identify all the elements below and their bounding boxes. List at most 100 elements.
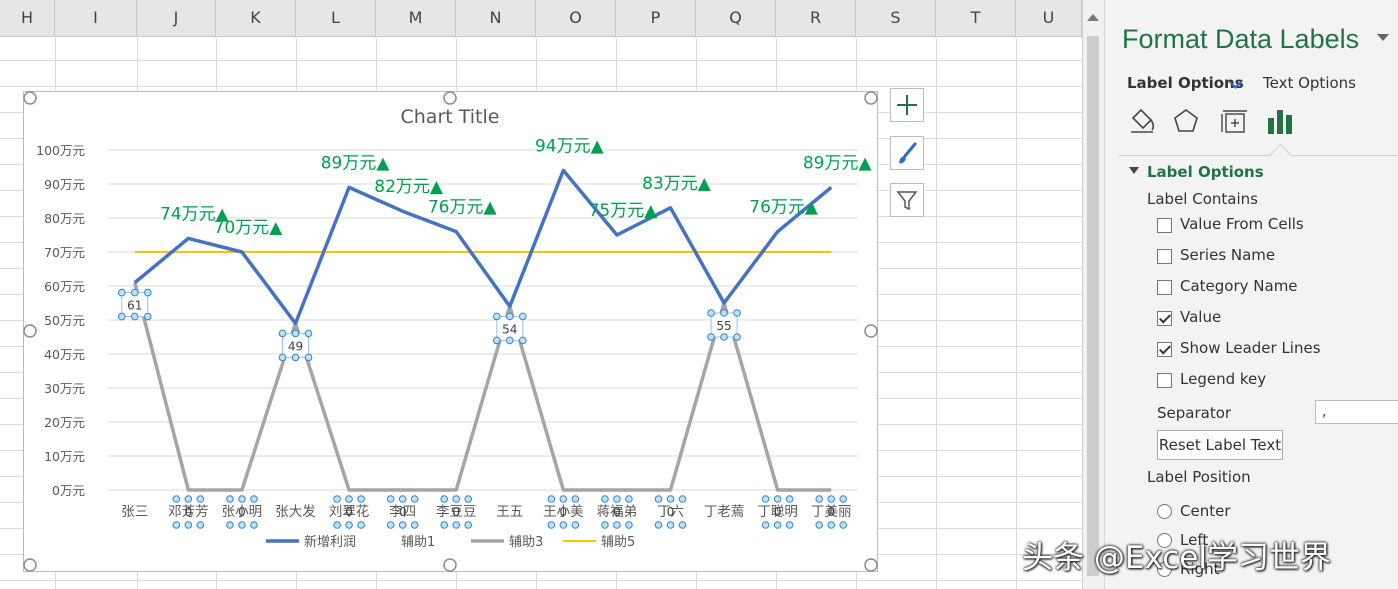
column-header-o[interactable]: O [536, 0, 616, 36]
chart-resize-handle[interactable] [864, 91, 878, 105]
selection-handle[interactable] [827, 521, 836, 529]
selection-handle[interactable] [410, 495, 419, 503]
selection-handle[interactable] [238, 495, 246, 503]
selection-handle[interactable] [278, 353, 287, 362]
checkbox-label[interactable]: Value From Cells [1180, 215, 1304, 233]
chart-resize-handle[interactable] [864, 324, 878, 338]
column-header-r[interactable]: R [776, 0, 856, 36]
chart-resize-handle[interactable] [864, 558, 878, 572]
selection-handle[interactable] [720, 309, 728, 317]
selection-handle[interactable] [678, 495, 687, 503]
column-header-q[interactable]: Q [696, 0, 776, 36]
selection-handle[interactable] [226, 521, 234, 529]
tab-label-options[interactable]: Label Options [1127, 74, 1244, 92]
vertical-scrollbar[interactable] [1082, 0, 1104, 589]
selection-handle[interactable] [143, 312, 152, 321]
selection-handle[interactable] [761, 495, 770, 503]
selection-handle[interactable] [250, 495, 258, 503]
selection-handle[interactable] [720, 333, 728, 341]
checkbox-label[interactable]: Legend key [1180, 370, 1266, 388]
scroll-thumb[interactable] [1087, 36, 1099, 576]
chart-filters-button[interactable] [890, 183, 924, 217]
selection-handle[interactable] [785, 495, 794, 503]
selection-handle[interactable] [452, 495, 461, 503]
chart-area[interactable]: Chart Title 0万元 10万元 20万元 30万元 40万元 50万元 60万元 70… [23, 91, 878, 572]
column-header-u[interactable]: U [1016, 0, 1082, 36]
effects-pentagon-icon[interactable] [1171, 106, 1201, 136]
selection-handle[interactable] [291, 353, 300, 362]
selection-handle[interactable] [785, 521, 794, 529]
selection-handle[interactable] [733, 309, 741, 317]
chart-resize-handle[interactable] [23, 91, 37, 105]
selection-handle[interactable] [571, 521, 580, 529]
selection-handle[interactable] [117, 288, 126, 297]
selection-handle[interactable] [386, 521, 395, 529]
tab-text-options[interactable]: Text Options [1263, 74, 1356, 92]
selection-handle[interactable] [707, 309, 715, 317]
selection-handle[interactable] [291, 329, 300, 338]
chart-elements-button[interactable] [890, 88, 924, 122]
selection-handle[interactable] [398, 521, 407, 529]
chart-resize-handle[interactable] [443, 91, 457, 105]
selection-handle[interactable] [773, 495, 782, 503]
selection-handle[interactable] [666, 521, 675, 529]
checkbox-category-name[interactable] [1157, 280, 1172, 295]
selection-handle[interactable] [839, 495, 848, 503]
column-header-h[interactable]: H [0, 0, 55, 36]
line-chart[interactable]: Chart Title 0万元 10万元 20万元 30万元 40万元 50万元 60万元 70… [23, 91, 878, 572]
selection-handle[interactable] [130, 288, 139, 297]
selection-handle[interactable] [410, 521, 419, 529]
selection-handle[interactable] [333, 495, 341, 503]
selection-handle[interactable] [827, 495, 836, 503]
chart-resize-handle[interactable] [23, 324, 37, 338]
selection-handle[interactable] [613, 495, 621, 503]
selection-handle[interactable] [547, 521, 556, 529]
checkbox-value[interactable] [1157, 311, 1172, 326]
selection-handle[interactable] [238, 521, 246, 529]
selection-handle[interactable] [345, 495, 353, 503]
selection-handle[interactable] [707, 333, 715, 341]
selection-handle[interactable] [571, 495, 580, 503]
column-header-m[interactable]: M [376, 0, 456, 36]
selection-handle[interactable] [559, 495, 568, 503]
column-header-k[interactable]: K [216, 0, 296, 36]
selection-handle[interactable] [333, 521, 341, 529]
selection-handle[interactable] [143, 288, 152, 297]
selection-handle[interactable] [761, 521, 770, 529]
spreadsheet-grid[interactable]: HIJKLMNOPQRSTU Chart Title 0万元 10万元 20万元 30万… [0, 0, 1082, 589]
selection-handle[interactable] [357, 521, 365, 529]
selection-handle[interactable] [196, 521, 205, 529]
collapse-triangle-icon[interactable] [1129, 167, 1139, 174]
selection-handle[interactable] [518, 336, 527, 345]
radio-label[interactable]: Center [1180, 502, 1231, 520]
selection-handle[interactable] [773, 521, 782, 529]
selection-handle[interactable] [601, 521, 609, 529]
selection-handle[interactable] [357, 495, 365, 503]
selection-handle[interactable] [505, 312, 514, 321]
column-header-l[interactable]: L [296, 0, 376, 36]
selection-handle[interactable] [250, 521, 258, 529]
selection-handle[interactable] [130, 312, 139, 321]
selection-handle[interactable] [678, 521, 687, 529]
pane-options-chevron-icon[interactable] [1377, 34, 1389, 41]
selection-handle[interactable] [398, 495, 407, 503]
selection-handle[interactable] [440, 521, 449, 529]
section-title-label-options[interactable]: Label Options [1147, 163, 1264, 181]
selection-handle[interactable] [117, 312, 126, 321]
selection-handle[interactable] [654, 495, 663, 503]
reset-label-text-button[interactable]: Reset Label Text [1157, 430, 1283, 460]
scroll-up-arrow-icon[interactable] [1087, 14, 1099, 21]
selection-handle[interactable] [440, 495, 449, 503]
chart-resize-handle[interactable] [443, 558, 457, 572]
label-options-bars-icon[interactable] [1265, 106, 1295, 136]
column-header-p[interactable]: P [616, 0, 696, 36]
column-header-s[interactable]: S [856, 0, 936, 36]
selection-handle[interactable] [654, 521, 663, 529]
selection-handle[interactable] [839, 521, 848, 529]
selection-handle[interactable] [625, 495, 633, 503]
selection-handle[interactable] [733, 333, 741, 341]
separator-dropdown[interactable]: , [1315, 400, 1398, 424]
fill-line-icon[interactable] [1127, 106, 1157, 136]
selection-handle[interactable] [547, 495, 556, 503]
selection-handle[interactable] [196, 495, 205, 503]
